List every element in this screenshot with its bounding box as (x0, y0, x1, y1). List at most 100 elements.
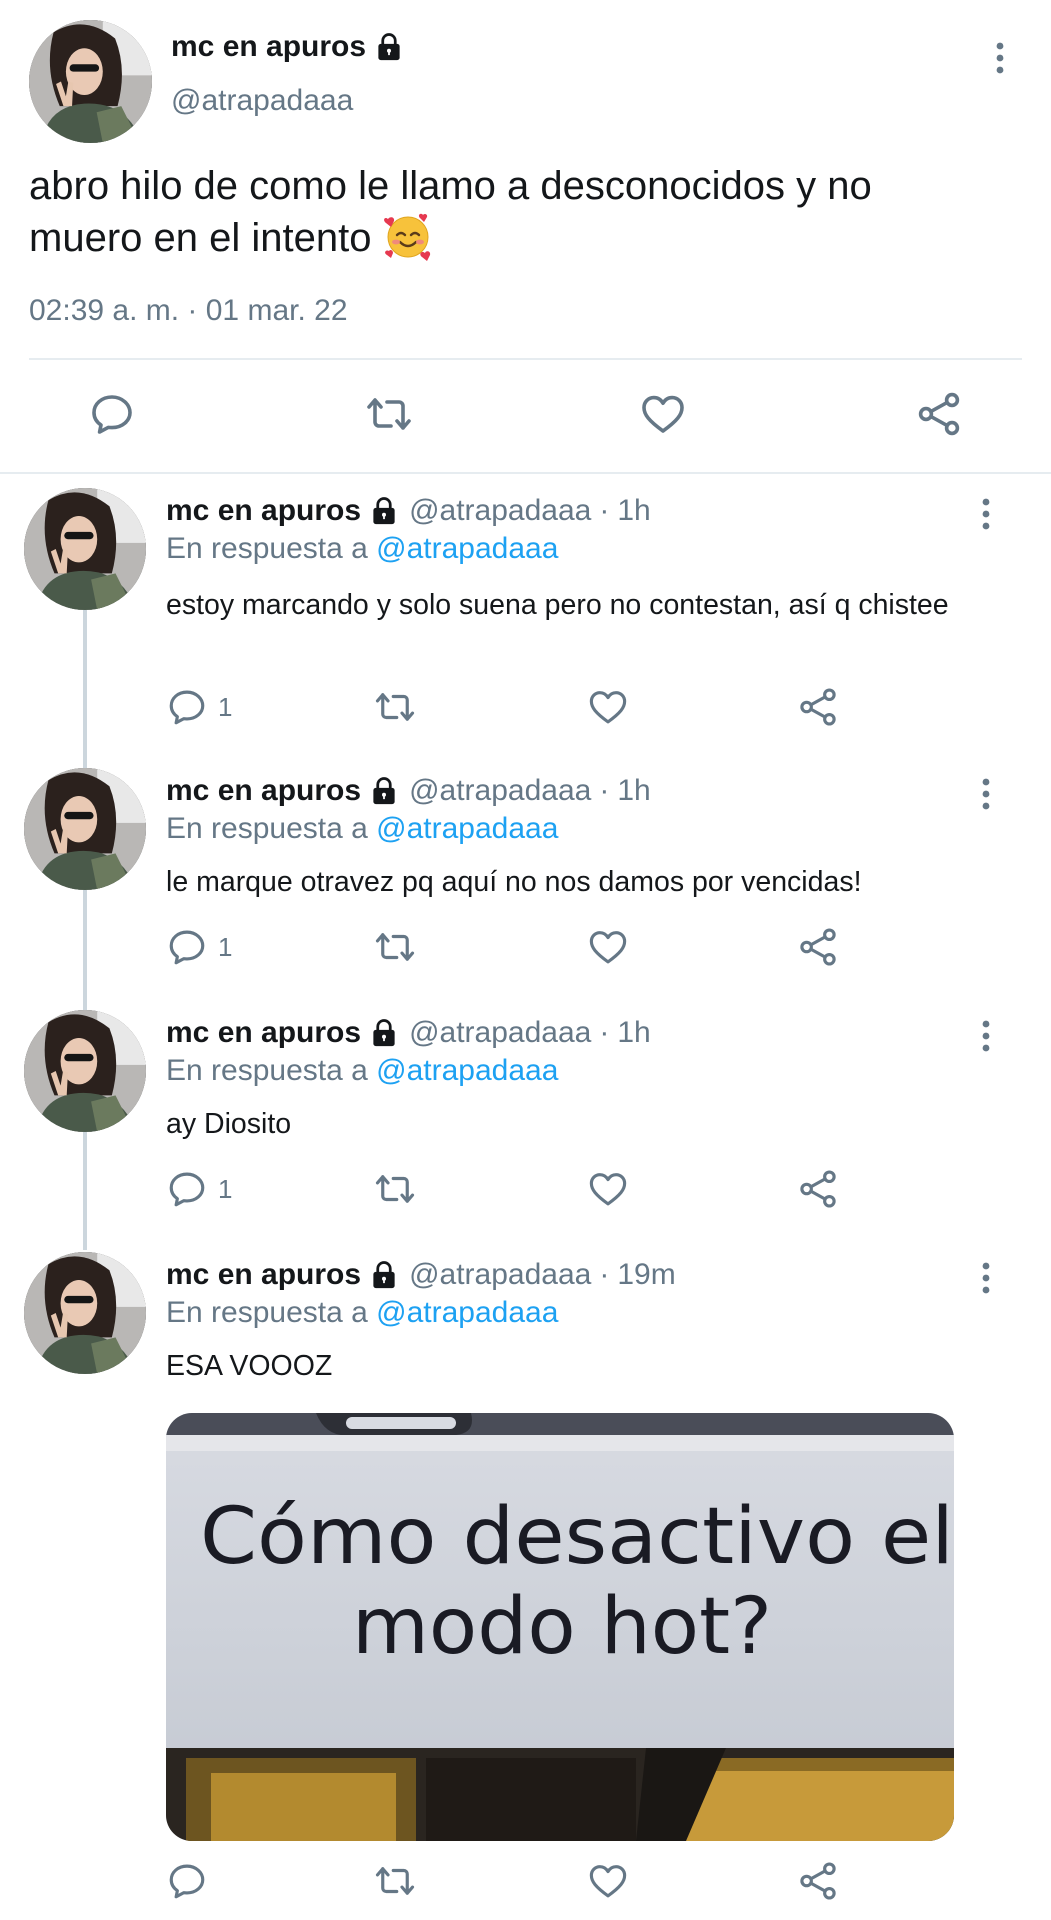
avatar[interactable] (24, 1010, 146, 1132)
separator-dot: · (599, 774, 610, 807)
display-name[interactable]: mc en apuros (166, 1258, 361, 1292)
heart-icon (639, 390, 687, 438)
display-name[interactable]: mc en apuros (166, 494, 361, 528)
reply-header: mc en apuros @atrapadaaa · 19m (166, 1258, 676, 1292)
retweet-icon (373, 926, 417, 968)
reply-button[interactable] (88, 390, 136, 438)
retweet-button[interactable] (373, 1860, 417, 1902)
reply-header: mc en apuros @atrapadaaa · 1h (166, 774, 651, 808)
timestamp[interactable]: 1h (617, 1016, 650, 1050)
like-button[interactable] (639, 390, 687, 438)
handle[interactable]: @atrapadaaa (409, 774, 591, 808)
more-vertical-icon[interactable] (976, 1260, 996, 1296)
like-button[interactable] (587, 1860, 629, 1902)
media-text-line-1: Cómo desactivo el (200, 1492, 954, 1582)
retweet-icon (373, 686, 417, 728)
handle[interactable]: @atrapadaaa (409, 494, 591, 528)
reply-tweet[interactable]: mc en apuros @atrapadaaa · 1h En respues… (0, 996, 1051, 1236)
media-text-line-2: modo hot? (352, 1582, 772, 1672)
handle[interactable]: @atrapadaaa (171, 84, 353, 118)
share-button[interactable] (797, 686, 839, 728)
share-button[interactable] (797, 926, 839, 968)
reply-count: 1 (218, 691, 233, 722)
in-reply-to: En respuesta a @atrapadaaa (166, 1296, 558, 1330)
handle[interactable]: @atrapadaaa (409, 1016, 591, 1050)
display-name[interactable]: mc en apuros (166, 1016, 361, 1050)
reply-count: 1 (218, 1173, 233, 1204)
handle[interactable]: @atrapadaaa (409, 1258, 591, 1292)
timestamp[interactable]: 19m (617, 1258, 675, 1292)
avatar[interactable] (24, 488, 146, 610)
retweet-button[interactable] (373, 1168, 417, 1210)
in-reply-to: En respuesta a @atrapadaaa (166, 812, 558, 846)
tweet-text: estoy marcando y solo suena pero no cont… (166, 589, 949, 621)
heart-icon (587, 926, 629, 968)
reply-tweet[interactable]: mc en apuros @atrapadaaa · 1h En respues… (0, 474, 1051, 744)
separator-dot: · (599, 494, 610, 527)
reply-button[interactable]: 1 (166, 926, 232, 968)
avatar[interactable] (24, 768, 146, 890)
in-reply-to: En respuesta a @atrapadaaa (166, 1054, 558, 1088)
more-vertical-icon[interactable] (976, 496, 996, 532)
author-name-row: mc en apuros (171, 30, 404, 64)
tweet-actions: 1 (0, 1168, 1051, 1218)
divider (29, 358, 1022, 360)
in-reply-prefix: En respuesta a (166, 1296, 368, 1329)
share-button[interactable] (915, 390, 963, 438)
heart-icon (587, 1168, 629, 1210)
heart-icon (587, 686, 629, 728)
retweet-icon (364, 390, 414, 438)
smiling-face-with-hearts-icon (383, 211, 433, 261)
retweet-icon (373, 1860, 417, 1902)
timestamp[interactable]: 1h (617, 494, 650, 528)
retweet-button[interactable] (373, 686, 417, 728)
in-reply-prefix: En respuesta a (166, 1054, 368, 1087)
reply-button[interactable]: 1 (166, 1168, 232, 1210)
display-name[interactable]: mc en apuros (166, 774, 361, 808)
tweet-text: ay Diosito (166, 1108, 292, 1140)
lock-icon (369, 496, 399, 526)
in-reply-link[interactable]: @atrapadaaa (376, 1296, 558, 1329)
like-button[interactable] (587, 1168, 629, 1210)
in-reply-to: En respuesta a @atrapadaaa (166, 532, 558, 566)
lock-icon (369, 1018, 399, 1048)
lock-icon (369, 776, 399, 806)
share-icon (797, 1168, 839, 1210)
main-tweet: mc en apuros @atrapadaaa abro hilo de co… (0, 0, 1051, 474)
tweet-media-image[interactable]: Cómo desactivo el modo hot? (166, 1413, 954, 1841)
in-reply-link[interactable]: @atrapadaaa (376, 812, 558, 845)
retweet-button[interactable] (364, 390, 414, 438)
timestamp[interactable]: 1h (617, 774, 650, 808)
tweet-actions: 1 (0, 686, 1051, 736)
share-button[interactable] (797, 1860, 839, 1902)
in-reply-link[interactable]: @atrapadaaa (376, 1054, 558, 1087)
share-icon (915, 390, 963, 438)
tweet-text: abro hilo de como le llamo a desconocido… (29, 162, 989, 263)
reply-icon (88, 390, 136, 438)
reply-button[interactable]: 1 (166, 686, 232, 728)
reply-icon (166, 926, 208, 968)
like-button[interactable] (587, 926, 629, 968)
display-name[interactable]: mc en apuros (171, 30, 366, 64)
tweet-actions: 1 (0, 926, 1051, 976)
reply-button[interactable] (166, 1860, 208, 1902)
tweet-actions (0, 390, 1051, 450)
more-vertical-icon[interactable] (976, 1018, 996, 1054)
avatar[interactable] (29, 20, 152, 143)
reply-icon (166, 1860, 208, 1902)
in-reply-link[interactable]: @atrapadaaa (376, 532, 558, 565)
share-button[interactable] (797, 1168, 839, 1210)
like-button[interactable] (587, 686, 629, 728)
share-icon (797, 686, 839, 728)
tweet-text-content: abro hilo de como le llamo a desconocido… (29, 164, 872, 260)
in-reply-prefix: En respuesta a (166, 812, 368, 845)
more-vertical-icon[interactable] (976, 776, 996, 812)
reply-tweet[interactable]: mc en apuros @atrapadaaa · 1h En respues… (0, 754, 1051, 994)
more-vertical-icon[interactable] (990, 40, 1010, 76)
share-icon (797, 926, 839, 968)
retweet-button[interactable] (373, 926, 417, 968)
avatar[interactable] (24, 1252, 146, 1374)
share-icon (797, 1860, 839, 1902)
heart-icon (587, 1860, 629, 1902)
timestamp[interactable]: 02:39 a. m. · 01 mar. 22 (29, 294, 348, 328)
